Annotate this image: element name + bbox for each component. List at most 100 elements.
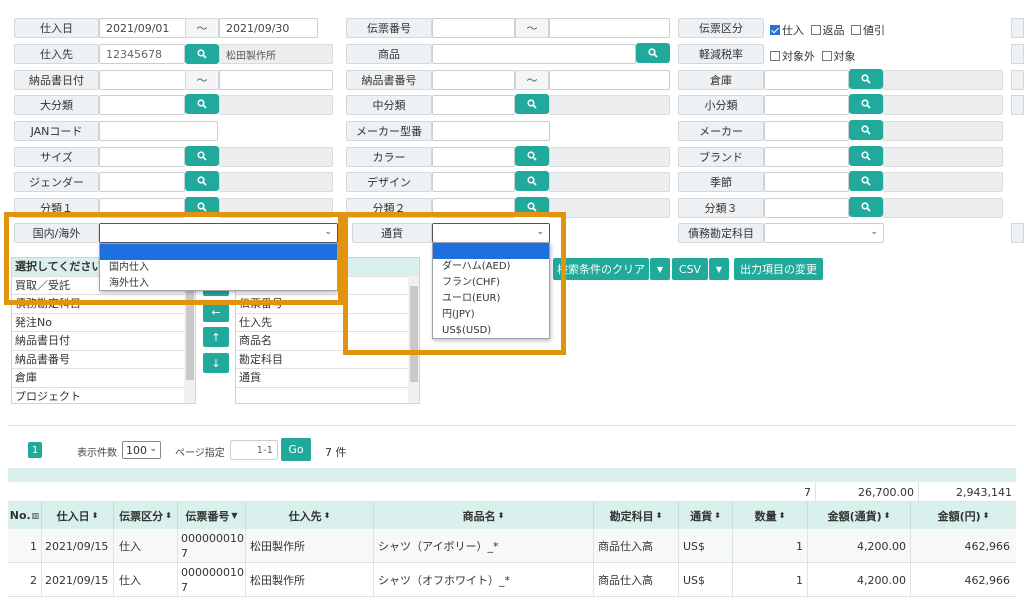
move-left-button[interactable]: ← <box>203 302 229 322</box>
sort-icon: ⬍ <box>497 511 505 520</box>
cell-amount: 4,200.00 <box>808 529 911 563</box>
saimu-kamoku-label: 債務勘定科目 <box>678 223 764 243</box>
shiiresaki-code-input[interactable]: 12345678 <box>99 44 185 64</box>
nouhinsho-hizuke-to-input[interactable] <box>219 70 333 90</box>
col-tsuka[interactable]: 通貨 ⬍ <box>679 502 733 529</box>
shiire-bi-to-input[interactable]: 2021/09/30 <box>219 18 318 38</box>
kisetsu-input[interactable] <box>764 172 849 192</box>
count-select[interactable]: 100 ⌄ <box>122 441 161 459</box>
clear-conditions-button[interactable]: 検索条件のクリア <box>553 258 649 280</box>
csv-button[interactable]: CSV <box>672 258 708 280</box>
col-kubun[interactable]: 伝票区分 ⬍ <box>114 502 178 529</box>
col-shiiresaki[interactable]: 仕入先 ⬍ <box>246 502 374 529</box>
denpyo-bango-to-input[interactable] <box>549 18 670 38</box>
col-date[interactable]: 仕入日 ⬍ <box>42 502 114 529</box>
keigen-checks: 対象外 対象 <box>770 48 856 64</box>
chevron-down-icon: ⌄ <box>870 227 878 237</box>
maker-kataban-input[interactable] <box>432 121 550 141</box>
table-row[interactable]: 2 2021/09/15 仕入 000000010 7 松田製作所 シャツ（オフホ… <box>8 563 1016 597</box>
move-down-button[interactable]: ↓ <box>203 353 229 373</box>
denpyo-bango-from-input[interactable] <box>432 18 515 38</box>
gender-input[interactable] <box>99 172 185 192</box>
list-item[interactable]: 納品書番号 <box>12 351 195 369</box>
shobunrui-search-button[interactable] <box>849 94 883 114</box>
page-number-button[interactable]: 1 <box>28 442 42 458</box>
nouhinsho-bango-to-input[interactable] <box>549 70 670 90</box>
col-shohin[interactable]: 商品名 ⬍ <box>374 502 594 529</box>
cell-qty: 1 <box>733 529 808 563</box>
cell-bango[interactable]: 000000010 7 <box>178 529 246 563</box>
list-item[interactable]: プロジェクト <box>12 388 195 404</box>
shohin-input[interactable] <box>432 44 636 64</box>
output-items-button[interactable]: 出力項目の変更 <box>734 258 823 280</box>
checkbox-taishogai[interactable] <box>770 51 780 61</box>
jan-input[interactable] <box>99 121 218 141</box>
design-input[interactable] <box>432 172 515 192</box>
result-count: 7 件 <box>325 446 347 459</box>
kisetsu-search-button[interactable] <box>849 171 883 191</box>
gender-search-button[interactable] <box>185 171 219 191</box>
checkbox-taisho[interactable] <box>821 51 832 61</box>
maker-input[interactable] <box>764 121 849 141</box>
col-no[interactable]: No. ▥ <box>8 502 42 529</box>
search-icon <box>648 48 658 58</box>
bunrui3-input[interactable] <box>764 198 849 218</box>
page-label: ページ指定 <box>175 448 225 459</box>
nouhinsho-bango-from-input[interactable] <box>432 70 515 90</box>
size-input[interactable] <box>99 147 185 167</box>
list-item[interactable]: 発注No <box>12 314 195 332</box>
maker-kataban-label: メーカー型番 <box>346 121 432 141</box>
col-kamoku[interactable]: 勘定科目 ⬍ <box>594 502 679 529</box>
search-icon <box>197 49 207 59</box>
color-search-button[interactable] <box>515 146 549 166</box>
souko-search-button[interactable] <box>849 69 883 89</box>
souko-input[interactable] <box>764 70 849 90</box>
go-button[interactable]: Go <box>281 438 311 461</box>
col-amount[interactable]: 金額(通貨) ⬍ <box>808 502 911 529</box>
shobunrui-input[interactable] <box>764 95 849 115</box>
denpyo-kubun-label: 伝票区分 <box>678 18 764 38</box>
checkbox-henpin[interactable] <box>810 25 821 35</box>
cell-kubun: 仕入 <box>114 529 178 563</box>
cell-date: 2021/09/15 <box>42 563 114 597</box>
csv-dropdown-button[interactable]: ▼ <box>709 258 729 280</box>
saimu-kamoku-select[interactable]: ⌄ <box>764 223 884 243</box>
color-input[interactable] <box>432 147 515 167</box>
list-item[interactable]: 通貨 <box>236 369 419 388</box>
brand-search-button[interactable] <box>849 146 883 166</box>
highlight-box <box>343 212 566 355</box>
sort-icon: ⬍ <box>982 511 990 520</box>
sort-icon: ⬍ <box>165 511 172 520</box>
col-bango[interactable]: 伝票番号 ▼ <box>178 502 246 529</box>
list-item[interactable]: 納品書日付 <box>12 332 195 351</box>
shiire-bi-from-input[interactable]: 2021/09/01 <box>99 18 185 38</box>
shohin-search-button[interactable] <box>636 43 670 63</box>
size-search-button[interactable] <box>185 146 219 166</box>
clear-dropdown-button[interactable]: ▼ <box>650 258 670 280</box>
brand-input[interactable] <box>764 147 849 167</box>
checkbox-shiire[interactable] <box>770 25 780 35</box>
bunrui3-display <box>883 198 1003 218</box>
checkbox-nebiki[interactable] <box>851 25 861 35</box>
chubunrui-search-button[interactable] <box>515 94 549 114</box>
sort-icon: ⬍ <box>883 511 891 520</box>
page-input[interactable]: 1-1 <box>230 440 278 460</box>
chubunrui-input[interactable] <box>432 95 515 115</box>
shiiresaki-search-button[interactable] <box>185 44 219 64</box>
daibunrui-input[interactable] <box>99 95 185 115</box>
daibunrui-search-button[interactable] <box>185 94 219 114</box>
checkbox-label: 値引 <box>863 24 885 37</box>
bunrui3-search-button[interactable] <box>849 197 883 217</box>
col-label: 金額(円) <box>937 509 981 523</box>
maker-search-button[interactable] <box>849 120 883 140</box>
design-search-button[interactable] <box>515 171 549 191</box>
cell-bango[interactable]: 000000010 7 <box>178 563 246 597</box>
sort-icon: ▥ <box>31 511 40 520</box>
col-qty[interactable]: 数量 ⬍ <box>733 502 808 529</box>
search-icon <box>527 202 537 212</box>
col-yen[interactable]: 金額(円) ⬍ <box>911 502 1016 529</box>
list-item[interactable]: 倉庫 <box>12 369 195 388</box>
nouhinsho-hizuke-from-input[interactable] <box>99 70 185 90</box>
move-up-button[interactable]: ↑ <box>203 327 229 347</box>
table-row[interactable]: 1 2021/09/15 仕入 000000010 7 松田製作所 シャツ（アイボ… <box>8 529 1016 563</box>
